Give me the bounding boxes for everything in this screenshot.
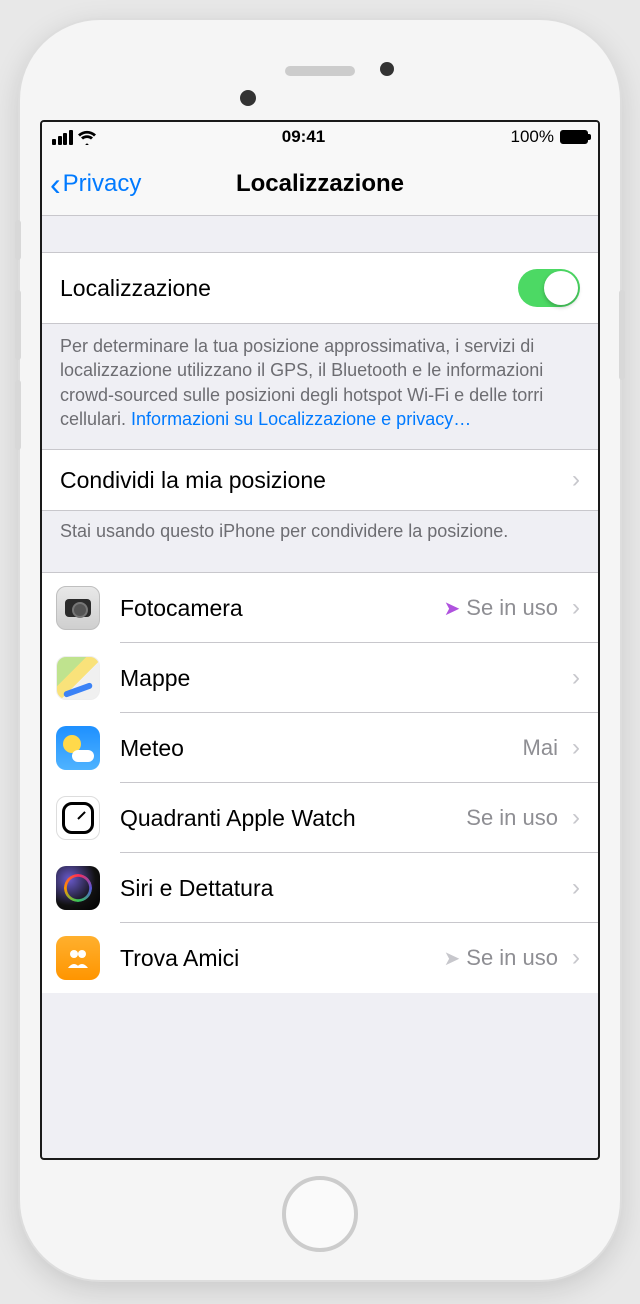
chevron-right-icon: › <box>572 734 580 762</box>
app-name: Meteo <box>120 735 523 762</box>
share-my-location-label: Condividi la mia posizione <box>60 467 326 494</box>
power-button <box>619 290 625 380</box>
nav-header: ‹ Privacy Localizzazione <box>42 152 598 216</box>
app-name: Mappe <box>120 665 558 692</box>
location-description: Per determinare la tua posizione appross… <box>42 324 598 449</box>
app-status: Se in uso <box>466 945 558 971</box>
chevron-left-icon: ‹ <box>50 168 61 200</box>
mute-switch <box>15 220 21 260</box>
proximity-sensor <box>380 62 394 76</box>
app-name: Quadranti Apple Watch <box>120 805 466 832</box>
content[interactable]: Localizzazione Per determinare la tua po… <box>42 216 598 1158</box>
app-row-fotocamera[interactable]: Fotocamera ➤ Se in uso › <box>42 573 598 643</box>
chevron-right-icon: › <box>572 594 580 622</box>
speaker <box>285 66 355 76</box>
chevron-right-icon: › <box>572 944 580 972</box>
battery-icon <box>560 130 588 144</box>
wifi-icon <box>77 130 97 145</box>
privacy-info-link[interactable]: Informazioni su Localizzazione e privacy… <box>131 409 471 429</box>
volume-down <box>15 380 21 450</box>
location-arrow-icon: ➤ <box>444 946 461 971</box>
camera-app-icon <box>56 586 100 630</box>
siri-app-icon <box>56 866 100 910</box>
status-time: 09:41 <box>282 127 325 147</box>
volume-up <box>15 290 21 360</box>
chevron-right-icon: › <box>572 466 580 494</box>
app-status: Se in uso <box>466 805 558 831</box>
front-camera <box>240 90 256 106</box>
maps-app-icon <box>56 656 100 700</box>
chevron-right-icon: › <box>572 804 580 832</box>
location-services-label: Localizzazione <box>60 275 211 302</box>
app-row-mappe[interactable]: Mappe › <box>42 643 598 713</box>
app-row-meteo[interactable]: Meteo Mai › <box>42 713 598 783</box>
location-services-toggle-row[interactable]: Localizzazione <box>42 252 598 324</box>
app-status: Mai <box>523 735 558 761</box>
toggle-knob <box>544 271 578 305</box>
back-button[interactable]: ‹ Privacy <box>50 168 141 200</box>
cellular-signal-icon <box>52 130 73 145</box>
battery-percentage: 100% <box>511 127 554 147</box>
page-title: Localizzazione <box>236 170 404 198</box>
share-my-location-row[interactable]: Condividi la mia posizione › <box>42 449 598 511</box>
app-row-trova-amici[interactable]: Trova Amici ➤ Se in uso › <box>42 923 598 993</box>
phone-frame: 09:41 100% ‹ Privacy Localizzazione Loca… <box>20 20 620 1280</box>
status-bar: 09:41 100% <box>42 122 598 152</box>
find-friends-app-icon <box>56 936 100 980</box>
app-name: Fotocamera <box>120 595 444 622</box>
screen: 09:41 100% ‹ Privacy Localizzazione Loca… <box>40 120 600 1160</box>
app-status: Se in uso <box>466 595 558 621</box>
chevron-right-icon: › <box>572 664 580 692</box>
share-location-footer: Stai usando questo iPhone per condivider… <box>42 511 598 552</box>
app-row-quadranti[interactable]: Quadranti Apple Watch Se in uso › <box>42 783 598 853</box>
back-label: Privacy <box>63 170 142 198</box>
watch-faces-app-icon <box>56 796 100 840</box>
app-name: Trova Amici <box>120 945 444 972</box>
weather-app-icon <box>56 726 100 770</box>
location-services-toggle[interactable] <box>518 269 580 307</box>
chevron-right-icon: › <box>572 874 580 902</box>
location-arrow-icon: ➤ <box>444 596 461 621</box>
app-list: Fotocamera ➤ Se in uso › Mappe › <box>42 572 598 993</box>
app-row-siri[interactable]: Siri e Dettatura › <box>42 853 598 923</box>
app-name: Siri e Dettatura <box>120 875 558 902</box>
home-button[interactable] <box>282 1176 358 1252</box>
